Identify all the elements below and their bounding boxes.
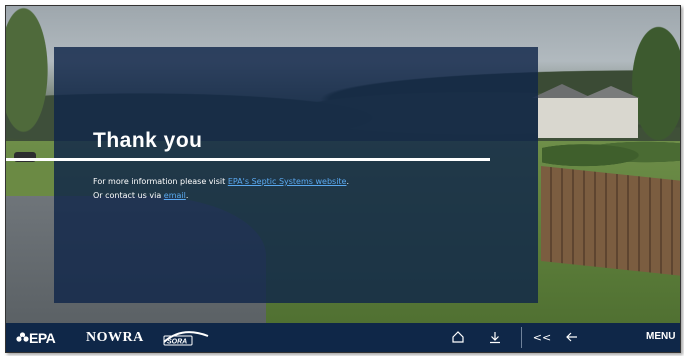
download-icon[interactable] [486,328,504,346]
email-link[interactable]: email [164,191,186,200]
title-underline [6,158,490,161]
info-text-suffix: . [346,177,350,186]
panel-title: Thank you [93,129,203,152]
nowra-logo: NOWRA [86,330,144,345]
epa-flower-icon [16,332,29,342]
svg-text:SORA: SORA [167,339,187,346]
previous-section-button[interactable]: << [533,328,551,346]
nav-divider [521,327,522,348]
sora-logo: SORA [162,328,210,346]
thank-you-panel: Thank you For more information please vi… [6,47,538,303]
hedge [542,136,680,168]
epa-logo: EPA [16,330,56,346]
slide-frame: Thank you For more information please vi… [5,5,681,353]
house [532,84,639,138]
panel-body: For more information please visit EPA's … [93,175,349,203]
bottom-nav-bar: EPA NOWRA SORA << MENU [6,323,680,352]
back-arrow-icon[interactable] [563,328,581,346]
menu-button[interactable]: MENU [646,331,675,342]
info-text: For more information please visit [93,177,228,186]
home-icon[interactable] [449,328,467,346]
wooden-fence [541,166,680,276]
epa-logo-text: EPA [29,330,56,346]
contact-text-suffix: . [185,191,189,200]
septic-systems-link[interactable]: EPA's Septic Systems website [228,177,347,186]
contact-text: Or contact us via [93,191,164,200]
